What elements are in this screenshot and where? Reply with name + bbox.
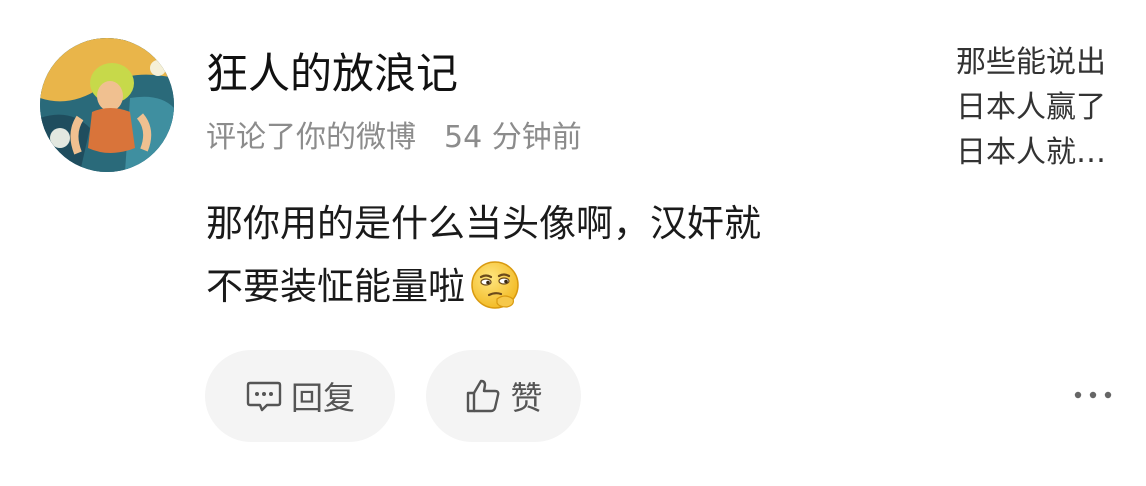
comment-text: 那你用的是什么当头像啊，汉奸就 不要装怔能量啦	[206, 192, 906, 318]
comment-bubble-icon	[245, 377, 283, 415]
comment-line-2-text: 不要装怔能量啦	[206, 265, 465, 308]
comment-line-2: 不要装怔能量啦	[206, 255, 906, 318]
reply-button[interactable]: 回复	[205, 350, 395, 442]
preview-line-3: 日本人就…	[956, 135, 1106, 170]
preview-line-1: 那些能说出	[956, 45, 1106, 80]
original-post-preview[interactable]: 那些能说出 日本人赢了 日本人就…	[956, 40, 1136, 175]
like-button[interactable]: 赞	[426, 350, 581, 442]
reply-label: 回复	[290, 379, 355, 417]
thumbs-up-icon	[464, 377, 502, 415]
comment-line-1: 那你用的是什么当头像啊，汉奸就	[206, 202, 761, 245]
avatar[interactable]	[40, 38, 174, 172]
thinking-face-emoji-icon	[469, 259, 521, 311]
username[interactable]: 狂人的放浪记	[206, 44, 458, 104]
preview-line-2: 日本人赢了	[956, 90, 1106, 125]
more-dots-icon[interactable]	[1068, 380, 1118, 410]
like-label: 赞	[510, 379, 543, 417]
action-text: 评论了你的微博	[206, 120, 416, 155]
timestamp: 54 分钟前	[444, 120, 582, 155]
comment-meta: 评论了你的微博 54 分钟前	[206, 116, 582, 160]
